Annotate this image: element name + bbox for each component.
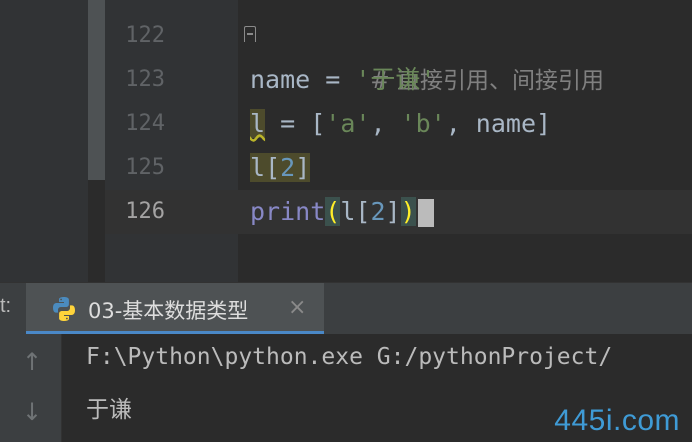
number-literal: 2 bbox=[280, 153, 296, 182]
code-editor[interactable]: 122 123 124 125 126 # 直接引用、间接引用 name = '… bbox=[0, 0, 692, 282]
code-text: , name] bbox=[445, 109, 552, 138]
run-tab-label: 03-基本数据类型 bbox=[88, 299, 249, 323]
operator: = [ bbox=[265, 109, 326, 138]
console-toolbar: ↑ ↓ bbox=[0, 334, 62, 442]
builtin-function: print bbox=[250, 197, 326, 226]
down-arrow-icon[interactable]: ↓ bbox=[18, 398, 46, 430]
code-line-126: print(l[2]) bbox=[250, 190, 434, 234]
bracket: [ bbox=[265, 153, 281, 182]
code-line-122: # 直接引用、间接引用 bbox=[244, 14, 604, 94]
bracket: ] bbox=[385, 197, 401, 226]
close-icon[interactable]: × bbox=[288, 295, 306, 320]
line-number: 124 bbox=[125, 111, 165, 136]
console-command-line: F:\Python\python.exe G:/pythonProject/ bbox=[86, 344, 613, 370]
tool-window-label: t: bbox=[0, 295, 12, 317]
python-icon bbox=[53, 297, 75, 321]
identifier: name bbox=[250, 65, 311, 94]
up-arrow-icon[interactable]: ↑ bbox=[18, 348, 46, 380]
matched-paren: ) bbox=[400, 197, 416, 226]
code-line-123: name = '于谦' bbox=[250, 58, 435, 102]
line-number: 123 bbox=[125, 67, 165, 92]
line-number-gutter: 122 123 124 125 126 bbox=[105, 0, 238, 282]
bracket: ] bbox=[295, 153, 311, 182]
gutter-line: 125 bbox=[105, 146, 238, 190]
run-tab[interactable]: 03-基本数据类型 × bbox=[26, 283, 324, 335]
matched-paren: ( bbox=[325, 197, 341, 226]
run-tool-window-header: t: 03-基本数据类型 × bbox=[0, 282, 692, 335]
line-number: 125 bbox=[125, 155, 165, 180]
code-text: l[ bbox=[340, 197, 371, 226]
separator: , bbox=[370, 109, 401, 138]
fold-icon[interactable] bbox=[244, 26, 256, 42]
code-text-area[interactable]: # 直接引用、间接引用 name = '于谦' l = ['a', 'b', n… bbox=[238, 0, 692, 282]
gutter-line-current: 126 bbox=[105, 190, 238, 234]
gutter-line: 124 bbox=[105, 102, 238, 146]
operator: = bbox=[310, 65, 356, 94]
identifier-highlighted: l bbox=[250, 109, 266, 138]
number-literal: 2 bbox=[370, 197, 386, 226]
code-line-125: l[2] bbox=[250, 146, 311, 190]
left-tool-strip bbox=[0, 0, 88, 282]
identifier-highlighted: l bbox=[250, 153, 266, 182]
string-literal: 'a' bbox=[325, 109, 371, 138]
console-output-line: 于谦 bbox=[86, 397, 132, 423]
code-line-124: l = ['a', 'b', name] bbox=[250, 102, 551, 146]
editor-scrollbar[interactable] bbox=[88, 0, 105, 180]
watermark: 445i.com bbox=[554, 404, 680, 437]
line-number: 126 bbox=[125, 199, 165, 224]
string-literal: 'b' bbox=[400, 109, 446, 138]
line-number: 122 bbox=[125, 23, 165, 48]
ide-window: 122 123 124 125 126 # 直接引用、间接引用 name = '… bbox=[0, 0, 692, 442]
text-cursor bbox=[417, 199, 434, 227]
gutter-line: 123 bbox=[105, 58, 238, 102]
string-literal: '于谦' bbox=[355, 65, 436, 94]
gutter-line: 122 bbox=[105, 14, 238, 58]
